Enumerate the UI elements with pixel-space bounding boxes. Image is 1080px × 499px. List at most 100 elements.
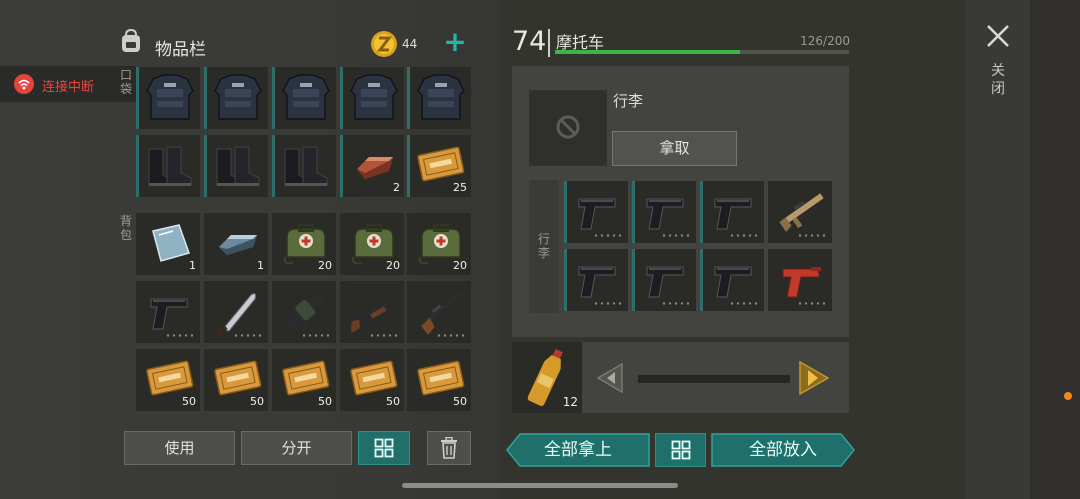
luggage-title: 行李 bbox=[613, 92, 644, 110]
item-slot-shotgun[interactable] bbox=[340, 281, 404, 343]
item-quantity: 20 bbox=[453, 259, 467, 272]
inventory-title: 物品栏 bbox=[155, 40, 206, 60]
durability-dots bbox=[301, 334, 331, 337]
item-slot-body-armor[interactable] bbox=[272, 67, 336, 129]
item-slot-combat-boots[interactable] bbox=[272, 135, 336, 197]
pistol-icon bbox=[646, 198, 684, 230]
body-armor-icon bbox=[350, 74, 398, 120]
item-slot-pistol[interactable] bbox=[700, 249, 764, 311]
item-slot-copper-ingot[interactable]: 2 bbox=[340, 135, 404, 197]
item-quantity: 20 bbox=[318, 259, 332, 272]
coin-count: 44 bbox=[402, 37, 418, 51]
luggage-slot[interactable] bbox=[529, 90, 607, 166]
vehicle-level: 74 bbox=[512, 26, 547, 57]
item-slot-medkit-bag[interactable]: 20 bbox=[272, 213, 336, 275]
item-slot-coupon[interactable]: 50 bbox=[136, 349, 200, 411]
sort-inventory-button[interactable] bbox=[358, 431, 410, 465]
quantity-slider[interactable] bbox=[638, 375, 790, 383]
item-slot-assault-rifle[interactable] bbox=[768, 181, 832, 243]
close-label[interactable]: 关闭 bbox=[989, 62, 1007, 98]
item-slot-body-armor[interactable] bbox=[407, 67, 471, 129]
body-armor-icon bbox=[146, 74, 194, 120]
item-slot-pistol[interactable] bbox=[632, 181, 696, 243]
item-quantity: 2 bbox=[393, 181, 400, 194]
transfer-item-qty: 12 bbox=[562, 395, 578, 409]
item-quantity: 50 bbox=[453, 395, 467, 408]
item-slot-glass-plate[interactable]: 1 bbox=[136, 213, 200, 275]
durability-dots bbox=[436, 334, 466, 337]
transfer-item-slot[interactable]: 12 bbox=[512, 342, 582, 413]
item-slot-grenade-launcher[interactable] bbox=[272, 281, 336, 343]
item-slot-body-armor[interactable] bbox=[340, 67, 404, 129]
pistol-icon bbox=[578, 198, 616, 230]
take-button[interactable]: 拿取 bbox=[612, 131, 737, 166]
luggage-tab-label: 行李 bbox=[537, 232, 550, 260]
durability-dots bbox=[593, 302, 623, 305]
durability-dots bbox=[729, 302, 759, 305]
item-slot-coupon[interactable]: 25 bbox=[407, 135, 471, 197]
item-slot-pistol[interactable] bbox=[564, 181, 628, 243]
body-armor-icon bbox=[282, 74, 330, 120]
empty-slot-icon bbox=[556, 115, 580, 139]
connection-status: 连接中断 bbox=[0, 66, 136, 102]
backpack-label: 背包 bbox=[119, 214, 132, 242]
shotgun-icon bbox=[350, 295, 397, 334]
grenade-launcher-icon bbox=[284, 291, 327, 331]
body-armor-icon bbox=[214, 74, 262, 120]
item-quantity: 50 bbox=[386, 395, 400, 408]
item-quantity: 50 bbox=[182, 395, 196, 408]
disconnect-text: 连接中断 bbox=[42, 80, 95, 95]
item-quantity: 50 bbox=[318, 395, 332, 408]
item-slot-body-armor[interactable] bbox=[136, 67, 200, 129]
item-slot-medkit-bag[interactable]: 20 bbox=[340, 213, 404, 275]
take-all-button[interactable]: 全部拿上 bbox=[506, 433, 650, 467]
item-slot-combat-boots[interactable] bbox=[204, 135, 268, 197]
item-slot-pistol[interactable] bbox=[136, 281, 200, 343]
item-slot-medkit-bag[interactable]: 20 bbox=[407, 213, 471, 275]
put-all-button[interactable]: 全部放入 bbox=[711, 433, 855, 467]
close-icon[interactable] bbox=[984, 22, 1012, 50]
item-slot-coupon[interactable]: 50 bbox=[204, 349, 268, 411]
machete-icon bbox=[216, 293, 256, 336]
item-slot-body-armor[interactable] bbox=[204, 67, 268, 129]
notification-dot bbox=[1064, 392, 1072, 400]
durability-dots bbox=[233, 334, 263, 337]
split-button[interactable]: 分开 bbox=[241, 431, 352, 465]
trash-icon bbox=[441, 437, 457, 459]
item-slot-coupon[interactable]: 50 bbox=[407, 349, 471, 411]
combat-boots-icon bbox=[216, 146, 260, 186]
item-quantity: 50 bbox=[250, 395, 264, 408]
backpack-icon bbox=[122, 28, 140, 52]
item-slot-pistol[interactable] bbox=[700, 181, 764, 243]
capacity-bar-fill bbox=[555, 50, 741, 54]
home-indicator bbox=[402, 483, 678, 488]
assault-rifle-icon bbox=[779, 193, 824, 232]
use-button[interactable]: 使用 bbox=[124, 431, 235, 465]
pistol-icon bbox=[646, 266, 684, 298]
item-quantity: 25 bbox=[453, 181, 467, 194]
durability-dots bbox=[661, 302, 691, 305]
increase-arrow-icon[interactable] bbox=[798, 360, 830, 396]
durability-dots bbox=[369, 334, 399, 337]
item-slot-steel-ingot[interactable]: 1 bbox=[204, 213, 268, 275]
decrease-arrow-icon[interactable] bbox=[596, 362, 626, 394]
add-coins-button[interactable]: + bbox=[442, 28, 468, 57]
item-slot-pistol[interactable] bbox=[632, 249, 696, 311]
take-all-label: 全部拿上 bbox=[544, 440, 612, 460]
put-all-label: 全部放入 bbox=[749, 440, 817, 460]
trash-button[interactable] bbox=[427, 431, 471, 465]
durability-dots bbox=[165, 334, 195, 337]
luggage-tab[interactable]: 行李 bbox=[529, 180, 559, 313]
item-slot-pistol[interactable] bbox=[564, 249, 628, 311]
item-slot-flare-gun[interactable] bbox=[768, 249, 832, 311]
item-slot-coupon[interactable]: 50 bbox=[340, 349, 404, 411]
item-slot-machete[interactable] bbox=[204, 281, 268, 343]
pistol-icon bbox=[578, 266, 616, 298]
equipment-label: 口袋 bbox=[119, 68, 132, 96]
durability-dots bbox=[797, 302, 827, 305]
item-slot-combat-boots[interactable] bbox=[136, 135, 200, 197]
sort-vehicle-button[interactable] bbox=[655, 433, 706, 467]
item-slot-rifle[interactable] bbox=[407, 281, 471, 343]
item-slot-coupon[interactable]: 50 bbox=[272, 349, 336, 411]
header-divider bbox=[548, 29, 550, 57]
